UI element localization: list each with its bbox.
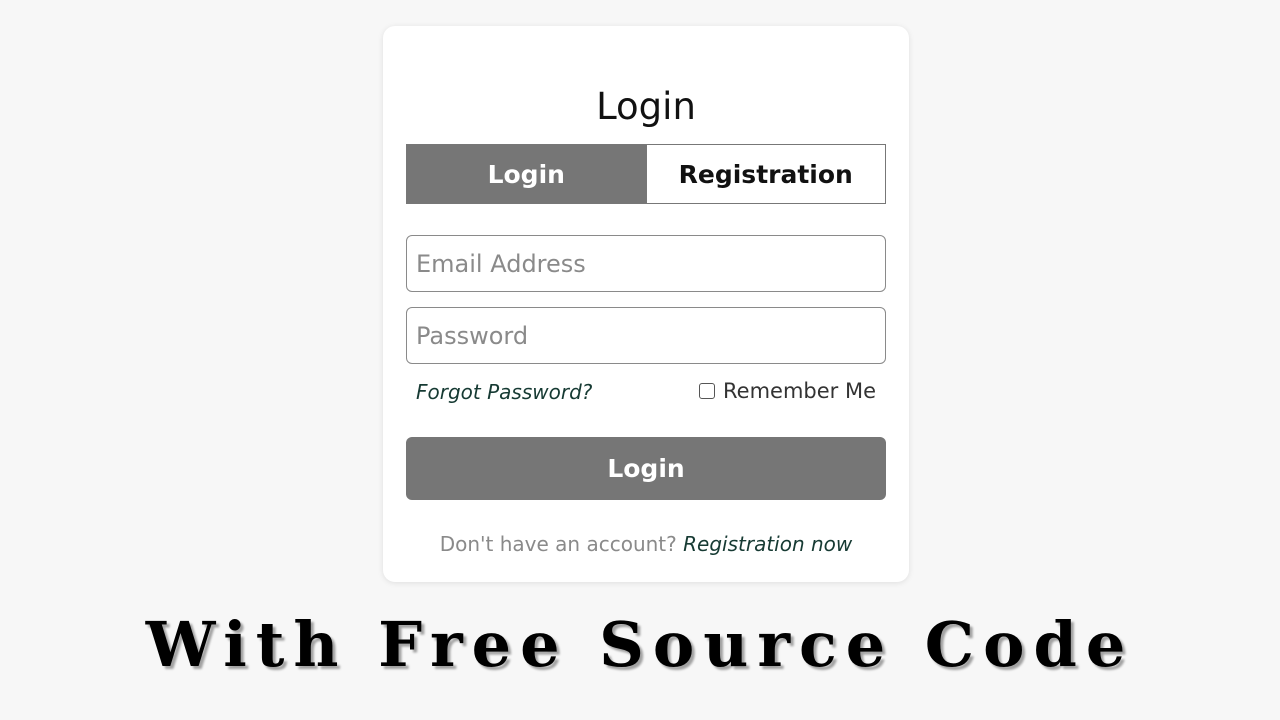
promo-caption: With Free Source Code [145,608,1135,681]
login-button[interactable]: Login [406,437,886,500]
email-field[interactable] [406,235,886,292]
login-card: Login Login Registration Forgot Password… [383,26,909,582]
registration-now-link[interactable]: Registration now [683,532,852,556]
tab-login[interactable]: Login [407,145,646,203]
remember-me-option[interactable]: Remember Me [699,379,876,403]
card-title: Login [596,85,696,128]
forgot-password-link[interactable]: Forgot Password? [416,380,592,404]
signup-row: Don't have an account? Registration now [383,532,909,556]
signup-prompt: Don't have an account? [439,532,684,556]
remember-me-checkbox[interactable] [699,383,715,399]
options-row: Forgot Password? Remember Me [406,376,886,408]
remember-me-label: Remember Me [723,379,876,403]
tab-registration[interactable]: Registration [645,145,885,203]
auth-tabs: Login Registration [406,144,886,204]
password-field[interactable] [406,307,886,364]
